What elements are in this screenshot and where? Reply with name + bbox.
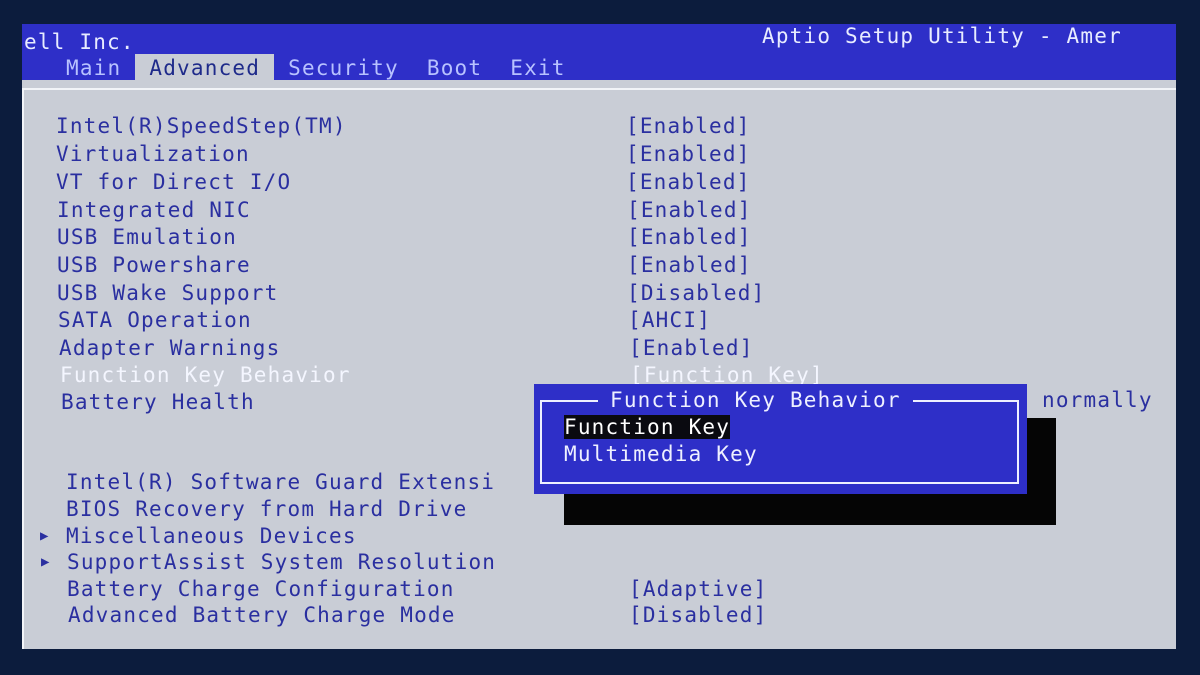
setting-label: Miscellaneous Devices [66, 524, 357, 548]
setting-label: Intel(R)SpeedStep(TM) [56, 114, 347, 138]
setting-label: Virtualization [56, 142, 250, 166]
setting-value: [Enabled] [629, 336, 754, 360]
setting-value: [AHCI] [628, 308, 712, 332]
setting-value: [Enabled] [626, 142, 751, 166]
setting-value: [Disabled] [629, 603, 768, 627]
setting-value: [Enabled] [627, 225, 752, 249]
setting-label: Function Key Behavior [60, 363, 351, 387]
setting-label: Adapter Warnings [59, 336, 281, 360]
option-multimedia-key[interactable]: Multimedia Key [564, 442, 758, 466]
tab-boot[interactable]: Boot [413, 54, 496, 80]
bios-screen: ell Inc. Aptio Setup Utility - Amer Main… [22, 24, 1176, 649]
setting-value: [Enabled] [626, 170, 751, 194]
photo-frame: ell Inc. Aptio Setup Utility - Amer Main… [0, 0, 1200, 675]
setting-label: Intel(R) Software Guard Extensi [66, 470, 496, 494]
submenu-arrow-icon: ▶ [41, 554, 51, 570]
vendor-name: ell Inc. [24, 30, 135, 54]
setting-label: Integrated NIC [57, 198, 251, 222]
setting-label: VT for Direct I/O [56, 170, 292, 194]
tab-bar: Main Advanced Security Boot Exit [52, 54, 580, 84]
setting-label: Battery Health [61, 390, 255, 414]
bios-header: ell Inc. Aptio Setup Utility - Amer Main… [22, 24, 1176, 84]
settings-panel: Intel(R)SpeedStep(TM) [Enabled] Virtuali… [22, 88, 1176, 649]
utility-title: Aptio Setup Utility - Amer [762, 24, 1122, 48]
tab-exit[interactable]: Exit [496, 54, 579, 80]
setting-value: [Enabled] [627, 198, 752, 222]
setting-label: USB Wake Support [57, 281, 279, 305]
setting-label: USB Emulation [57, 225, 237, 249]
setting-label: SupportAssist System Resolution [67, 550, 497, 574]
option-popup: Function Key Behavior Function Key Multi… [534, 384, 1027, 494]
popup-title: Function Key Behavior [598, 387, 913, 413]
option-function-key[interactable]: Function Key [564, 415, 731, 439]
setting-value: [Disabled] [627, 281, 766, 305]
setting-label: SATA Operation [58, 308, 252, 332]
submenu-arrow-icon: ▶ [40, 528, 50, 544]
help-text-fragment: normally [1042, 388, 1153, 412]
tab-security[interactable]: Security [274, 54, 413, 80]
setting-value: [Enabled] [627, 253, 752, 277]
setting-label: Battery Charge Configuration [67, 577, 455, 601]
setting-label: BIOS Recovery from Hard Drive [66, 497, 468, 521]
tab-advanced[interactable]: Advanced [135, 54, 275, 84]
setting-label: USB Powershare [57, 253, 251, 277]
setting-value: [Enabled] [626, 114, 751, 138]
setting-label: Advanced Battery Charge Mode [68, 603, 456, 627]
setting-value: [Adaptive] [629, 577, 768, 601]
tab-main[interactable]: Main [52, 54, 135, 80]
